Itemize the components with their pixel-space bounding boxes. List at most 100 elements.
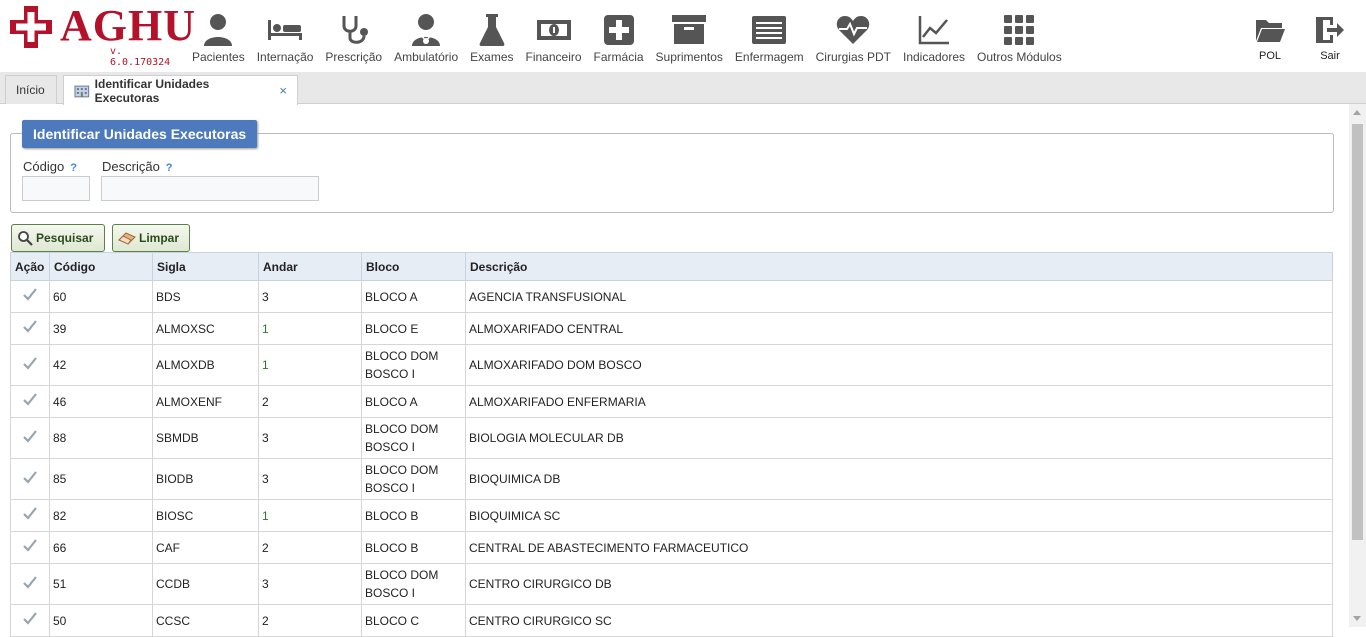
help-icon[interactable]: ? <box>166 162 173 174</box>
table-row[interactable]: 66 CAF 2 BLOCO B CENTRAL DE ABASTECIMENT… <box>10 531 1333 564</box>
check-icon <box>23 356 37 370</box>
module-enfermagem[interactable]: Enfermagem <box>729 0 810 72</box>
aghu-logo[interactable]: AGHU v. 6.0.170324 <box>6 2 195 68</box>
plus-box-icon <box>603 15 634 45</box>
module-financeiro[interactable]: Financeiro <box>520 0 588 72</box>
folder-icon <box>1256 20 1285 42</box>
table-header-row: Ação Código Sigla Andar Bloco Descrição <box>10 252 1333 281</box>
cell-descricao: AGENCIA TRANSFUSIONAL <box>465 280 1333 313</box>
table-row[interactable]: 88 SBMDB 3 BLOCO DOM BOSCO I BIOLOGIA MO… <box>10 417 1333 459</box>
cell-andar: 2 <box>258 385 362 418</box>
column-header[interactable]: Sigla <box>152 252 259 281</box>
grid-icon <box>1004 15 1035 45</box>
table-row[interactable]: 46 ALMOXENF 2 BLOCO A ALMOXARIFADO ENFER… <box>10 385 1333 418</box>
select-action[interactable] <box>10 312 50 345</box>
tab-inicio[interactable]: Início <box>5 75 57 104</box>
cell-bloco: BLOCO DOM BOSCO I <box>361 563 466 605</box>
module-label: Cirurgias PDT <box>815 50 891 64</box>
select-action[interactable] <box>10 458 50 500</box>
cell-andar: 2 <box>258 531 362 564</box>
select-action[interactable] <box>10 563 50 605</box>
stethoscope-icon <box>342 16 368 44</box>
table-row[interactable]: 60 BDS 3 BLOCO A AGENCIA TRANSFUSIONAL <box>10 280 1333 313</box>
column-header[interactable]: Bloco <box>361 252 466 281</box>
module-label: Exames <box>470 50 514 64</box>
module-menu: Pacientes Internação Prescrição Ambulató… <box>186 0 1068 72</box>
table-row[interactable]: 85 BIODB 3 BLOCO DOM BOSCO I BIOQUIMICA … <box>10 458 1333 500</box>
cell-bloco: BLOCO DOM BOSCO I <box>361 458 466 500</box>
column-header[interactable]: Ação <box>10 252 50 281</box>
cell-bloco: BLOCO C <box>361 604 466 637</box>
tab-identificar-unidades[interactable]: Identificar Unidades Executoras × <box>63 75 298 105</box>
column-header[interactable]: Código <box>49 252 153 281</box>
table-row[interactable]: 42 ALMOXDB 1 BLOCO DOM BOSCO I ALMOXARIF… <box>10 344 1333 386</box>
help-icon[interactable]: ? <box>70 162 77 174</box>
tab-label: Início <box>16 83 45 97</box>
cell-sigla: BIOSC <box>152 499 259 532</box>
cell-andar: 1 <box>258 344 362 386</box>
descricao-input[interactable] <box>101 176 319 201</box>
select-action[interactable] <box>10 385 50 418</box>
module-label: Enfermagem <box>734 50 804 64</box>
clear-button[interactable]: Limpar <box>112 224 190 252</box>
select-action[interactable] <box>10 499 50 532</box>
module-pol[interactable]: POL <box>1240 0 1300 62</box>
cell-codigo: 82 <box>49 499 153 532</box>
logout-button[interactable]: Sair <box>1300 0 1360 62</box>
search-button[interactable]: Pesquisar <box>11 224 105 252</box>
module-prescricao[interactable]: Prescrição <box>319 0 388 72</box>
module-pacientes[interactable]: Pacientes <box>186 0 251 72</box>
cell-sigla: CCDB <box>152 563 259 605</box>
cell-sigla: ALMOXENF <box>152 385 259 418</box>
cell-descricao: ALMOXARIFADO DOM BOSCO <box>465 344 1333 386</box>
person-icon <box>204 14 233 46</box>
module-label: Suprimentos <box>655 50 723 64</box>
check-icon <box>23 470 37 484</box>
module-label: Sair <box>1320 50 1340 62</box>
cell-andar: 3 <box>258 563 362 605</box>
column-header[interactable]: Andar <box>258 252 362 281</box>
select-action[interactable] <box>10 604 50 637</box>
scroll-down-arrow-icon[interactable] <box>1353 616 1361 621</box>
check-icon <box>23 612 37 625</box>
module-label: Ambulatório <box>394 50 459 64</box>
module-internacao[interactable]: Internação <box>251 0 320 72</box>
select-action[interactable] <box>10 417 50 459</box>
user-menu: POL Sair <box>1240 0 1360 62</box>
exit-icon <box>1316 17 1344 43</box>
check-icon <box>23 393 37 406</box>
module-cirurgias-pdt[interactable]: Cirurgias PDT <box>810 0 897 72</box>
cell-descricao: CENTRO CIRURGICO DB <box>465 563 1333 605</box>
table-row[interactable]: 51 CCDB 3 BLOCO DOM BOSCO I CENTRO CIRUR… <box>10 563 1333 605</box>
cell-andar: 1 <box>258 312 362 345</box>
cell-descricao: ALMOXARIFADO CENTRAL <box>465 312 1333 345</box>
scroll-up-arrow-icon[interactable] <box>1353 110 1361 115</box>
select-action[interactable] <box>10 344 50 386</box>
search-button-label: Pesquisar <box>36 231 94 245</box>
column-header[interactable]: Descrição <box>465 252 1333 281</box>
table-row[interactable]: 50 CCSC 2 BLOCO C CENTRO CIRURGICO SC <box>10 604 1333 637</box>
vertical-scrollbar[interactable] <box>1349 104 1366 627</box>
module-label: Farmácia <box>593 50 644 64</box>
list-card-icon <box>752 16 787 44</box>
table-row[interactable]: 82 BIOSC 1 BLOCO B BIOQUIMICA SC <box>10 499 1333 532</box>
module-suprimentos[interactable]: Suprimentos <box>650 0 729 72</box>
magnifier-icon <box>18 231 33 246</box>
top-bar: AGHU v. 6.0.170324 Pacientes Internação … <box>0 0 1366 72</box>
main-content: Identificar Unidades Executoras Código? … <box>0 104 1349 637</box>
module-ambulatorio[interactable]: Ambulatório <box>388 0 464 72</box>
cell-sigla: ALMOXSC <box>152 312 259 345</box>
table-row[interactable]: 39 ALMOXSC 1 BLOCO E ALMOXARIFADO CENTRA… <box>10 312 1333 345</box>
module-outros-modulos[interactable]: Outros Módulos <box>971 0 1068 72</box>
cell-codigo: 39 <box>49 312 153 345</box>
module-exames[interactable]: Exames <box>464 0 519 72</box>
cell-bloco: BLOCO DOM BOSCO I <box>361 417 466 459</box>
select-action[interactable] <box>10 280 50 313</box>
select-action[interactable] <box>10 531 50 564</box>
scrollbar-thumb[interactable] <box>1352 124 1363 540</box>
module-farmacia[interactable]: Farmácia <box>588 0 650 72</box>
codigo-input[interactable] <box>22 176 90 201</box>
module-indicadores[interactable]: Indicadores <box>897 0 971 72</box>
close-tab-icon[interactable]: × <box>279 83 287 98</box>
eraser-icon <box>118 232 136 245</box>
